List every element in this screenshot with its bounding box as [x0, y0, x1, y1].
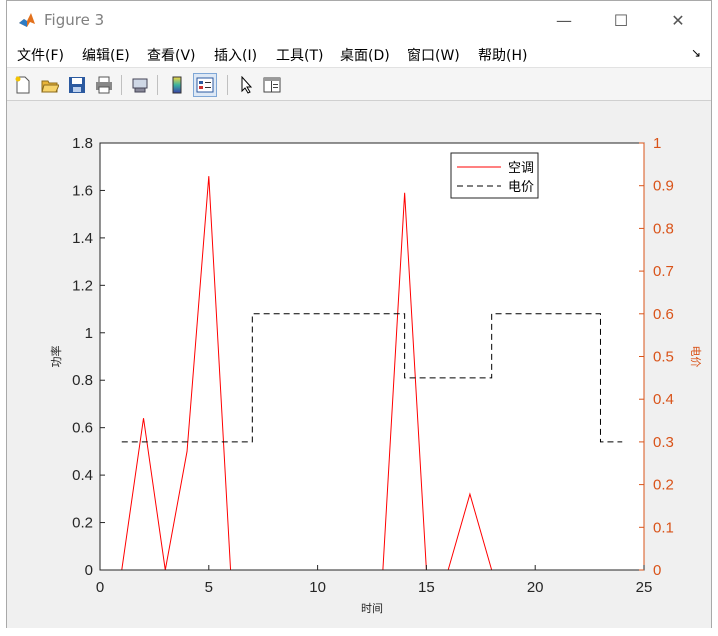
y-right-tick-label: 0.3 — [653, 434, 674, 451]
figure-toolbar — [7, 67, 711, 101]
matlab-logo-icon — [17, 10, 37, 30]
y-tick-label: 0.8 — [72, 372, 93, 389]
save-icon[interactable] — [65, 73, 89, 97]
insert-legend-icon[interactable] — [193, 73, 217, 97]
close-button[interactable]: ✕ — [655, 1, 701, 39]
x-tick-label: 20 — [527, 579, 544, 596]
x-tick-label: 5 — [205, 579, 213, 596]
x-tick-label: 10 — [309, 579, 326, 596]
y-tick-label: 1 — [85, 325, 93, 342]
y-right-tick-label: 0.7 — [653, 263, 674, 280]
y-tick-label: 0.4 — [72, 467, 93, 484]
property-inspector-icon[interactable] — [260, 73, 284, 97]
legend[interactable]: 空调 电价 — [450, 152, 539, 199]
menu-window[interactable]: 窗口(W) — [407, 45, 460, 65]
y-tick-label: 0 — [85, 562, 93, 579]
y-tick-label: 1.6 — [72, 182, 93, 199]
y-right-tick-label: 0.6 — [653, 306, 674, 323]
plot-area — [100, 143, 644, 570]
y-tick-label: 1.4 — [72, 230, 93, 247]
y-right-tick-label: 0.8 — [653, 220, 674, 237]
menu-insert[interactable]: 插入(I) — [214, 45, 257, 65]
insert-colorbar-icon[interactable] — [165, 73, 189, 97]
y-tick-label: 1.8 — [72, 135, 93, 152]
y-right-tick-label: 0.5 — [653, 349, 674, 366]
x-tick-label: 0 — [96, 579, 104, 596]
legend-label-price: 电价 — [508, 180, 534, 195]
x-tick-label: 25 — [636, 579, 653, 596]
window-title: Figure 3 — [44, 11, 105, 29]
y-right-tick-label: 0.4 — [653, 391, 674, 408]
x-tick-label: 15 — [418, 579, 435, 596]
title-bar[interactable]: Figure 3 — ☐ ✕ — [7, 1, 711, 39]
y-right-tick-label: 0.9 — [653, 178, 674, 195]
figure-canvas: 0 5 10 15 20 25 0 0.2 0.4 0.6 0.8 1 1.2 1.4 1.6 1.8 0 0.1… — [7, 101, 711, 628]
y-right-tick-label: 0.1 — [653, 519, 674, 536]
y-right-tick-label: 0.2 — [653, 477, 674, 494]
menu-tools[interactable]: 工具(T) — [276, 45, 323, 65]
y-tick-label: 1.2 — [72, 277, 93, 294]
y-right-tick-label: 1 — [653, 135, 661, 152]
menu-edit[interactable]: 编辑(E) — [82, 45, 130, 65]
maximize-button[interactable]: ☐ — [598, 1, 644, 39]
y-tick-label: 0.6 — [72, 420, 93, 437]
toolbar-separator — [121, 75, 122, 95]
print-icon[interactable] — [92, 73, 116, 97]
minimize-button[interactable]: — — [541, 1, 587, 39]
y-tick-label: 0.2 — [72, 515, 93, 532]
menu-help[interactable]: 帮助(H) — [478, 45, 527, 65]
open-file-icon[interactable] — [38, 73, 62, 97]
new-figure-icon[interactable] — [11, 73, 35, 97]
y-right-tick-label: 0 — [653, 562, 661, 579]
y-axis-label: 功率 — [49, 346, 63, 368]
y-axis-label-right: 电价 — [689, 346, 702, 368]
pointer-icon[interactable] — [234, 73, 258, 97]
toolbar-separator — [227, 75, 228, 95]
menu-bar: 文件(F) 编辑(E) 查看(V) 插入(I) 工具(T) 桌面(D) 窗口(W… — [7, 39, 711, 67]
toolbar-separator — [157, 75, 158, 95]
menu-view[interactable]: 查看(V) — [147, 45, 196, 65]
line-chart: 0 5 10 15 20 2500.20.40.60.811.21.41.61.800.1… — [49, 135, 702, 615]
dock-arrow-icon[interactable]: ↘ — [691, 46, 701, 60]
figure-window: Figure 3 — ☐ ✕ 文件(F) 编辑(E) 查看(V) 插入(I) 工… — [6, 0, 712, 628]
link-icon[interactable] — [128, 73, 152, 97]
menu-file[interactable]: 文件(F) — [17, 45, 64, 65]
legend-label-ac: 空调 — [508, 161, 534, 176]
x-axis-label: 时间 — [361, 602, 383, 615]
menu-desktop[interactable]: 桌面(D) — [340, 45, 390, 65]
